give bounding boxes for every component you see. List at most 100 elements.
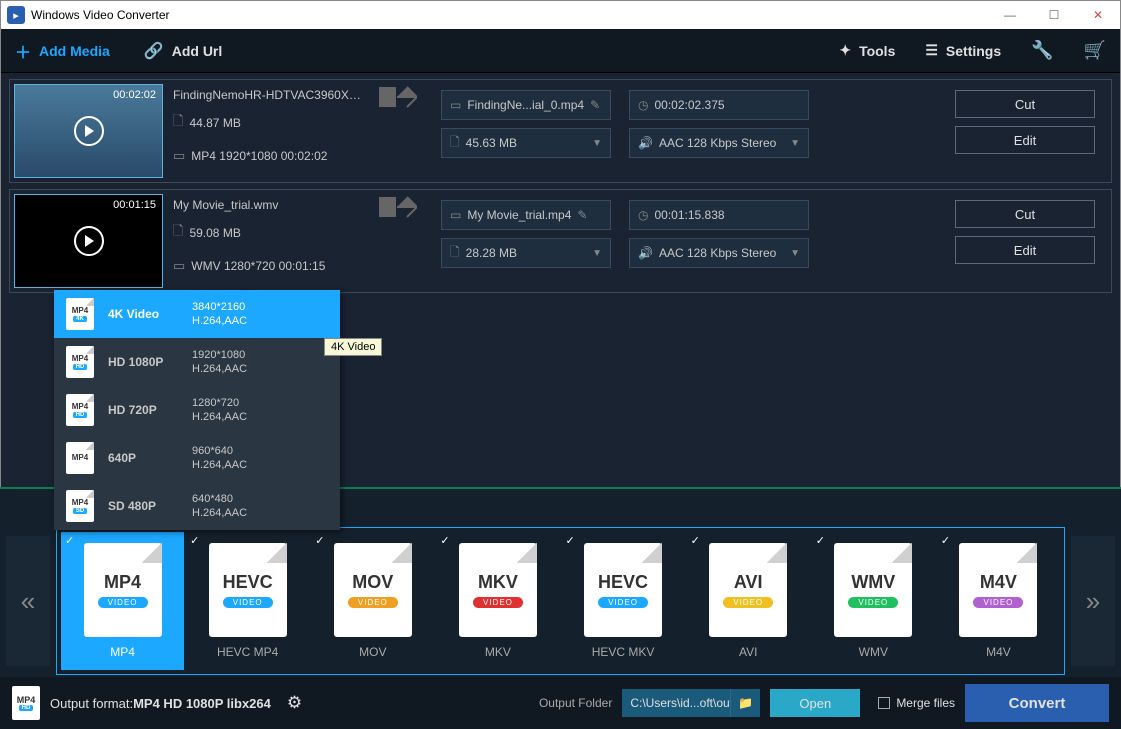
- format-label: MOV: [359, 645, 386, 659]
- tools-button[interactable]: ✦ Tools: [839, 42, 895, 59]
- format-card-avi[interactable]: ✓AVIVIDEOAVI: [687, 532, 810, 670]
- convert-button[interactable]: Convert: [965, 684, 1109, 722]
- arrow-icon: [373, 84, 423, 110]
- edit-icon[interactable]: ✎: [590, 98, 600, 112]
- open-folder-button[interactable]: Open: [770, 689, 860, 717]
- preset-item-1080p[interactable]: MP4HD HD 1080P 1920*1080H.264,AAC: [54, 338, 340, 386]
- check-icon: ✓: [691, 534, 700, 547]
- speaker-icon: 🔊: [638, 136, 653, 150]
- output-folder-field[interactable]: C:\Users\id...oft\out 📁: [622, 689, 760, 717]
- clock-icon: ◷: [638, 98, 648, 112]
- output-audio-select[interactable]: 🔊 AAC 128 Kbps Stereo ▼: [629, 128, 809, 158]
- add-url-button[interactable]: 🔗 Add Url: [144, 41, 222, 61]
- format-label: MKV: [485, 645, 511, 659]
- main-toolbar: ＋ Add Media 🔗 Add Url ✦ Tools ☰ Settings…: [1, 29, 1120, 73]
- preset-item-640p[interactable]: MP4 640P 960*640H.264,AAC: [54, 434, 340, 482]
- video-thumbnail[interactable]: 00:02:02: [14, 84, 163, 178]
- format-card-mkv[interactable]: ✓MKVVIDEOMKV: [436, 532, 559, 670]
- check-icon: ✓: [566, 534, 575, 547]
- preset-item-4k[interactable]: MP44K 4K Video 3840*2160H.264,AAC: [54, 290, 340, 338]
- star-icon: ✦: [839, 42, 851, 59]
- app-icon: ▸: [7, 6, 25, 24]
- format-card-m4v[interactable]: ✓M4VVIDEOM4V: [937, 532, 1060, 670]
- output-duration-field[interactable]: ◷ 00:02:02.375: [629, 90, 809, 120]
- cart-button[interactable]: 🛒: [1084, 40, 1106, 61]
- register-button[interactable]: 🔧: [1031, 40, 1053, 61]
- output-name-field[interactable]: ▭ My Movie_trial.mp4 ✎: [441, 200, 611, 230]
- video-title: FindingNemoHR-HDTVAC3960X540_: [173, 88, 363, 102]
- check-icon: ✓: [440, 534, 449, 547]
- edit-button[interactable]: Edit: [955, 236, 1095, 264]
- plus-icon: ＋: [15, 39, 31, 63]
- title-bar: ▸ Windows Video Converter — ☐ ✕: [1, 1, 1120, 29]
- output-size-select[interactable]: 🗋 45.63 MB ▼: [441, 128, 611, 158]
- edit-icon[interactable]: ✎: [577, 208, 587, 222]
- file-icon: 🗋: [173, 112, 183, 134]
- checkbox-icon[interactable]: [878, 697, 890, 709]
- cut-button[interactable]: Cut: [955, 200, 1095, 228]
- format-list: ✓MP4VIDEOMP4✓HEVCVIDEOHEVC MP4✓MOVVIDEOM…: [56, 527, 1065, 675]
- output-duration-field[interactable]: ◷ 00:01:15.838: [629, 200, 809, 230]
- video-icon: ▭: [173, 258, 185, 274]
- check-icon: ✓: [816, 534, 825, 547]
- file-icon: 🗋: [450, 133, 460, 154]
- duration-label: 00:02:02: [113, 89, 156, 101]
- menu-icon: ☰: [925, 42, 938, 59]
- folder-icon[interactable]: 📁: [730, 689, 760, 717]
- check-icon: ✓: [315, 534, 324, 547]
- app-title: Windows Video Converter: [31, 8, 170, 22]
- merge-checkbox[interactable]: Merge files: [878, 696, 955, 710]
- video-row[interactable]: 00:02:02 FindingNemoHR-HDTVAC3960X540_ 🗋…: [9, 79, 1112, 183]
- format-label: WMV: [859, 645, 888, 659]
- format-label: HEVC MKV: [592, 645, 655, 659]
- play-icon[interactable]: [74, 116, 104, 146]
- scroll-left-button[interactable]: «: [6, 536, 50, 666]
- maximize-button[interactable]: ☐: [1032, 1, 1076, 29]
- minimize-button[interactable]: —: [988, 1, 1032, 29]
- format-file-icon: MOVVIDEO: [334, 543, 412, 637]
- format-label: MP4: [110, 645, 135, 659]
- key-icon: 🔧: [1031, 40, 1053, 61]
- preset-item-720p[interactable]: MP4HD HD 720P 1280*720H.264,AAC: [54, 386, 340, 434]
- check-icon: ✓: [190, 534, 199, 547]
- cart-icon: 🛒: [1084, 40, 1106, 61]
- preset-menu: MP44K 4K Video 3840*2160H.264,AAC MP4HD …: [54, 290, 340, 530]
- video-row[interactable]: 00:01:15 My Movie_trial.wmv 🗋59.08 MB ▭W…: [9, 189, 1112, 293]
- tooltip: 4K Video: [324, 338, 382, 356]
- output-audio-select[interactable]: 🔊 AAC 128 Kbps Stereo ▼: [629, 238, 809, 268]
- output-size-select[interactable]: 🗋 28.28 MB ▼: [441, 238, 611, 268]
- video-title: My Movie_trial.wmv: [173, 198, 363, 212]
- chevron-down-icon: ▼: [592, 248, 602, 259]
- video-icon: ▭: [173, 148, 185, 164]
- check-icon: ✓: [941, 534, 950, 547]
- format-card-mp4[interactable]: ✓MP4VIDEOMP4: [61, 532, 184, 670]
- preset-item-480p[interactable]: MP4SD SD 480P 640*480H.264,AAC: [54, 482, 340, 530]
- format-file-icon: HEVCVIDEO: [584, 543, 662, 637]
- video-thumbnail[interactable]: 00:01:15: [14, 194, 163, 288]
- chevron-down-icon: ▼: [790, 138, 800, 149]
- format-card-hevc-mkv[interactable]: ✓ HEVCVIDEO HEVC MKV: [562, 532, 685, 670]
- scroll-right-button[interactable]: »: [1071, 536, 1115, 666]
- format-card-wmv[interactable]: ✓ WMVVIDEO WMV: [812, 532, 935, 670]
- format-card-mov[interactable]: ✓ MOVVIDEO MOV: [311, 532, 434, 670]
- output-name-field[interactable]: ▭ FindingNe...ial_0.mp4 ✎: [441, 90, 611, 120]
- settings-button[interactable]: ☰ Settings: [925, 42, 1001, 59]
- add-media-button[interactable]: ＋ Add Media: [15, 39, 110, 63]
- cut-button[interactable]: Cut: [955, 90, 1095, 118]
- file-icon: 🗋: [450, 243, 460, 264]
- format-file-icon: WMVVIDEO: [834, 543, 912, 637]
- bottom-bar: MP4HD Output format:MP4 HD 1080P libx264…: [0, 677, 1121, 729]
- duration-label: 00:01:15: [113, 199, 156, 211]
- arrow-icon: [373, 194, 423, 220]
- gear-icon[interactable]: ⚙: [287, 693, 302, 713]
- output-format-label: Output format:MP4 HD 1080P libx264: [50, 696, 271, 711]
- format-file-icon: HEVCVIDEO: [209, 543, 287, 637]
- file-size: 59.08 MB: [189, 226, 240, 240]
- edit-button[interactable]: Edit: [955, 126, 1095, 154]
- play-icon[interactable]: [74, 226, 104, 256]
- format-card-hevc-mp4[interactable]: ✓HEVCVIDEOHEVC MP4: [186, 532, 309, 670]
- close-button[interactable]: ✕: [1076, 1, 1120, 29]
- clock-icon: ◷: [638, 208, 648, 222]
- video-icon: ▭: [450, 208, 461, 222]
- chevron-down-icon: ▼: [592, 138, 602, 149]
